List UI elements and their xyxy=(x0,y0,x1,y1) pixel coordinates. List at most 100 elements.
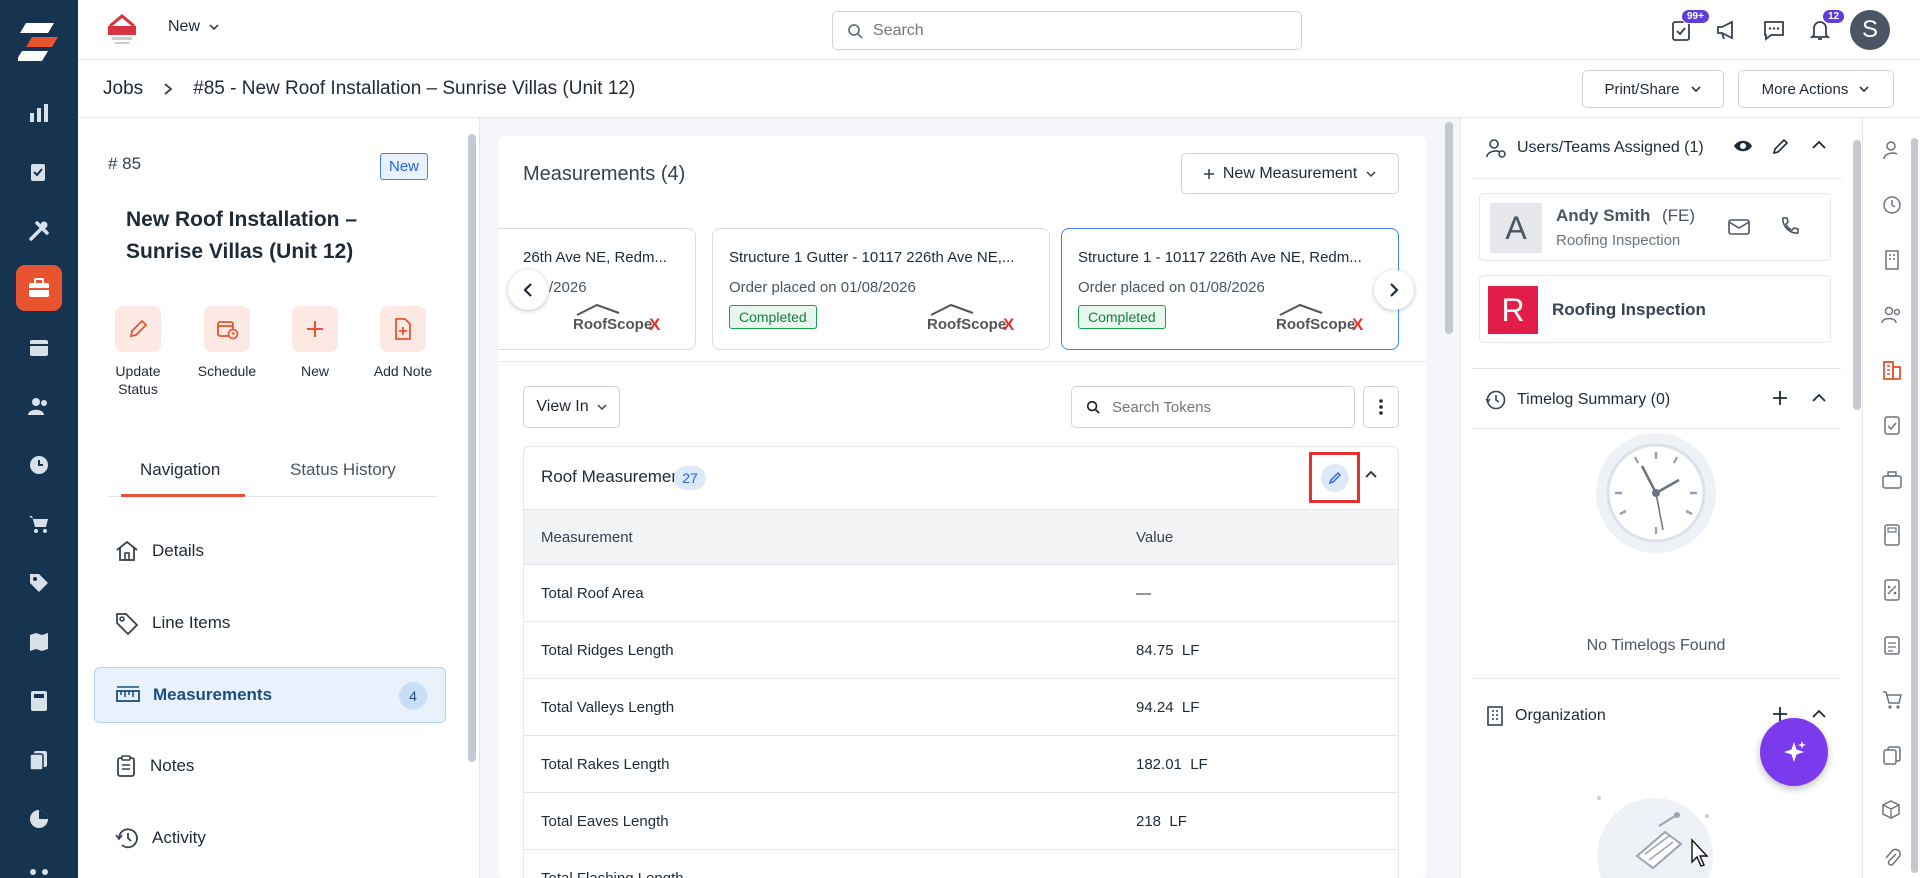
tasks-icon[interactable] xyxy=(0,147,78,197)
section-divider xyxy=(1471,428,1841,429)
collapse-section-button[interactable] xyxy=(1364,467,1384,487)
pencil-icon xyxy=(1772,138,1789,155)
pencil-icon xyxy=(1328,471,1341,484)
contacts-icon[interactable] xyxy=(0,381,78,431)
map-icon[interactable] xyxy=(0,617,78,667)
assignee-role-tag: (FE) xyxy=(1662,206,1696,225)
right-rail-scrollbar[interactable] xyxy=(1911,138,1918,873)
plus-icon xyxy=(1773,391,1787,405)
email-button[interactable] xyxy=(1728,218,1750,236)
view-assignees-button[interactable] xyxy=(1733,138,1753,154)
price-tag-icon[interactable] xyxy=(0,558,78,608)
nav-item-notes[interactable]: Notes xyxy=(94,738,446,794)
job-title: New Roof Installation – Sunrise Villas (… xyxy=(126,208,358,263)
chevron-down-icon xyxy=(1690,86,1701,93)
tasks-badge: 99+ xyxy=(1681,9,1710,24)
breadcrumb-jobs-link[interactable]: Jobs xyxy=(103,78,143,100)
nav-item-details[interactable]: Details xyxy=(94,523,446,579)
edit-assignees-button[interactable] xyxy=(1772,137,1790,155)
search-input[interactable] xyxy=(873,21,1273,40)
active-tab-indicator xyxy=(121,494,245,497)
schedule-button[interactable]: Schedule xyxy=(183,306,271,380)
measurement-card-selected[interactable]: Structure 1 - 10117 226th Ave NE, Redm..… xyxy=(1061,228,1399,350)
file-plus-icon xyxy=(395,318,411,340)
measurement-card-title: 26th Ave NE, Redm... xyxy=(523,249,667,266)
user-avatar[interactable]: S xyxy=(1850,10,1890,50)
chat-icon xyxy=(1764,21,1784,41)
print-share-button[interactable]: Print/Share xyxy=(1582,70,1724,108)
notifications-button[interactable]: 12 xyxy=(1804,9,1846,46)
edit-measurements-button[interactable] xyxy=(1309,452,1360,503)
measurement-card-title: Structure 1 Gutter - 10117 226th Ave NE,… xyxy=(729,249,1015,266)
chat-button[interactable] xyxy=(1758,14,1790,46)
more-actions-button[interactable]: More Actions xyxy=(1738,70,1894,108)
right-panel-scrollbar[interactable] xyxy=(1853,140,1861,410)
plus-icon xyxy=(1203,168,1214,179)
cart-icon[interactable] xyxy=(0,499,78,549)
tools-icon[interactable] xyxy=(0,206,78,256)
collapse-timelog-button[interactable] xyxy=(1811,391,1827,405)
call-button[interactable] xyxy=(1779,216,1799,236)
measurement-card[interactable]: Structure 1 Gutter - 10117 226th Ave NE,… xyxy=(712,228,1050,350)
collapse-organization-button[interactable] xyxy=(1811,707,1827,721)
pie-chart-icon[interactable] xyxy=(0,794,78,844)
nav-item-activity[interactable]: Activity xyxy=(94,810,446,866)
calendar-clock-icon xyxy=(217,321,239,340)
collapse-assignees-button[interactable] xyxy=(1811,138,1827,152)
clock-icon[interactable] xyxy=(0,440,78,490)
reports-icon[interactable] xyxy=(0,88,78,138)
ai-assistant-button[interactable] xyxy=(1760,718,1828,786)
left-panel-scrollbar[interactable] xyxy=(468,134,476,762)
timelog-empty-text: No Timelogs Found xyxy=(1586,637,1726,654)
new-action-button[interactable]: New xyxy=(271,306,359,380)
token-search[interactable] xyxy=(1071,386,1355,428)
add-timelog-button[interactable] xyxy=(1772,390,1788,406)
search-tokens-input[interactable] xyxy=(1112,398,1332,416)
tag-icon xyxy=(116,613,139,635)
update-status-button[interactable]: Update Status xyxy=(94,306,182,398)
team-card[interactable]: R Roofing Inspection xyxy=(1479,275,1831,343)
measurement-name: Total Eaves Length xyxy=(541,813,669,830)
calendar-icon[interactable] xyxy=(0,322,78,372)
view-in-dropdown[interactable]: View In xyxy=(523,386,620,428)
measurement-value: 84.75 LF xyxy=(1136,642,1200,659)
more-options-button[interactable] xyxy=(1363,386,1399,428)
documents-icon[interactable] xyxy=(0,735,78,785)
workflow-icon[interactable] xyxy=(0,853,78,878)
new-menu[interactable]: New xyxy=(168,18,220,36)
center-scrollbar[interactable] xyxy=(1445,122,1453,334)
section-count-badge: 27 xyxy=(674,466,706,490)
measurement-name: Total Rakes Length xyxy=(541,756,670,773)
ruler-icon xyxy=(116,686,140,702)
home-icon xyxy=(116,540,138,561)
chevron-right-icon xyxy=(1390,283,1399,297)
chevron-up-icon xyxy=(1812,140,1826,149)
calculator-icon[interactable] xyxy=(0,676,78,726)
column-header: Measurement xyxy=(541,529,633,546)
measurements-title: Measurements (4) xyxy=(523,163,686,185)
tab-status-history[interactable]: Status History xyxy=(290,460,396,480)
roof-measurements-section: Roof Measurements 27 Measurement Value T… xyxy=(523,446,1399,878)
notifications-badge: 12 xyxy=(1822,9,1846,24)
schedule-label: Schedule xyxy=(197,363,257,379)
company-logo[interactable] xyxy=(106,12,138,46)
announcements-button[interactable] xyxy=(1711,14,1743,46)
assignee-card[interactable]: A Andy Smith (FE) Roofing Inspection xyxy=(1479,193,1831,261)
carousel-prev-button[interactable] xyxy=(508,270,548,310)
tab-navigation[interactable]: Navigation xyxy=(140,460,220,480)
measurement-carousel: 26th Ave NE, Redm... /2026 RoofScope X St… xyxy=(498,228,1426,362)
jobs-icon[interactable] xyxy=(0,263,78,313)
users-teams-title: Users/Teams Assigned (1) xyxy=(1517,139,1704,156)
global-search[interactable] xyxy=(832,11,1302,50)
svg-text:RoofScope: RoofScope xyxy=(573,316,652,333)
carousel-next-button[interactable] xyxy=(1374,270,1414,310)
right-tool-rail xyxy=(1862,118,1920,878)
chevron-down-icon xyxy=(209,24,219,31)
app-logo-icon[interactable] xyxy=(18,20,60,64)
table-header: Measurement Value xyxy=(524,509,1398,565)
nav-item-measurements[interactable]: Measurements 4 xyxy=(94,667,446,723)
new-measurement-button[interactable]: New Measurement xyxy=(1181,153,1399,194)
nav-item-line-items[interactable]: Line Items xyxy=(94,595,446,651)
tasks-button[interactable]: 99+ xyxy=(1665,9,1710,46)
add-note-button[interactable]: Add Note xyxy=(359,306,447,380)
